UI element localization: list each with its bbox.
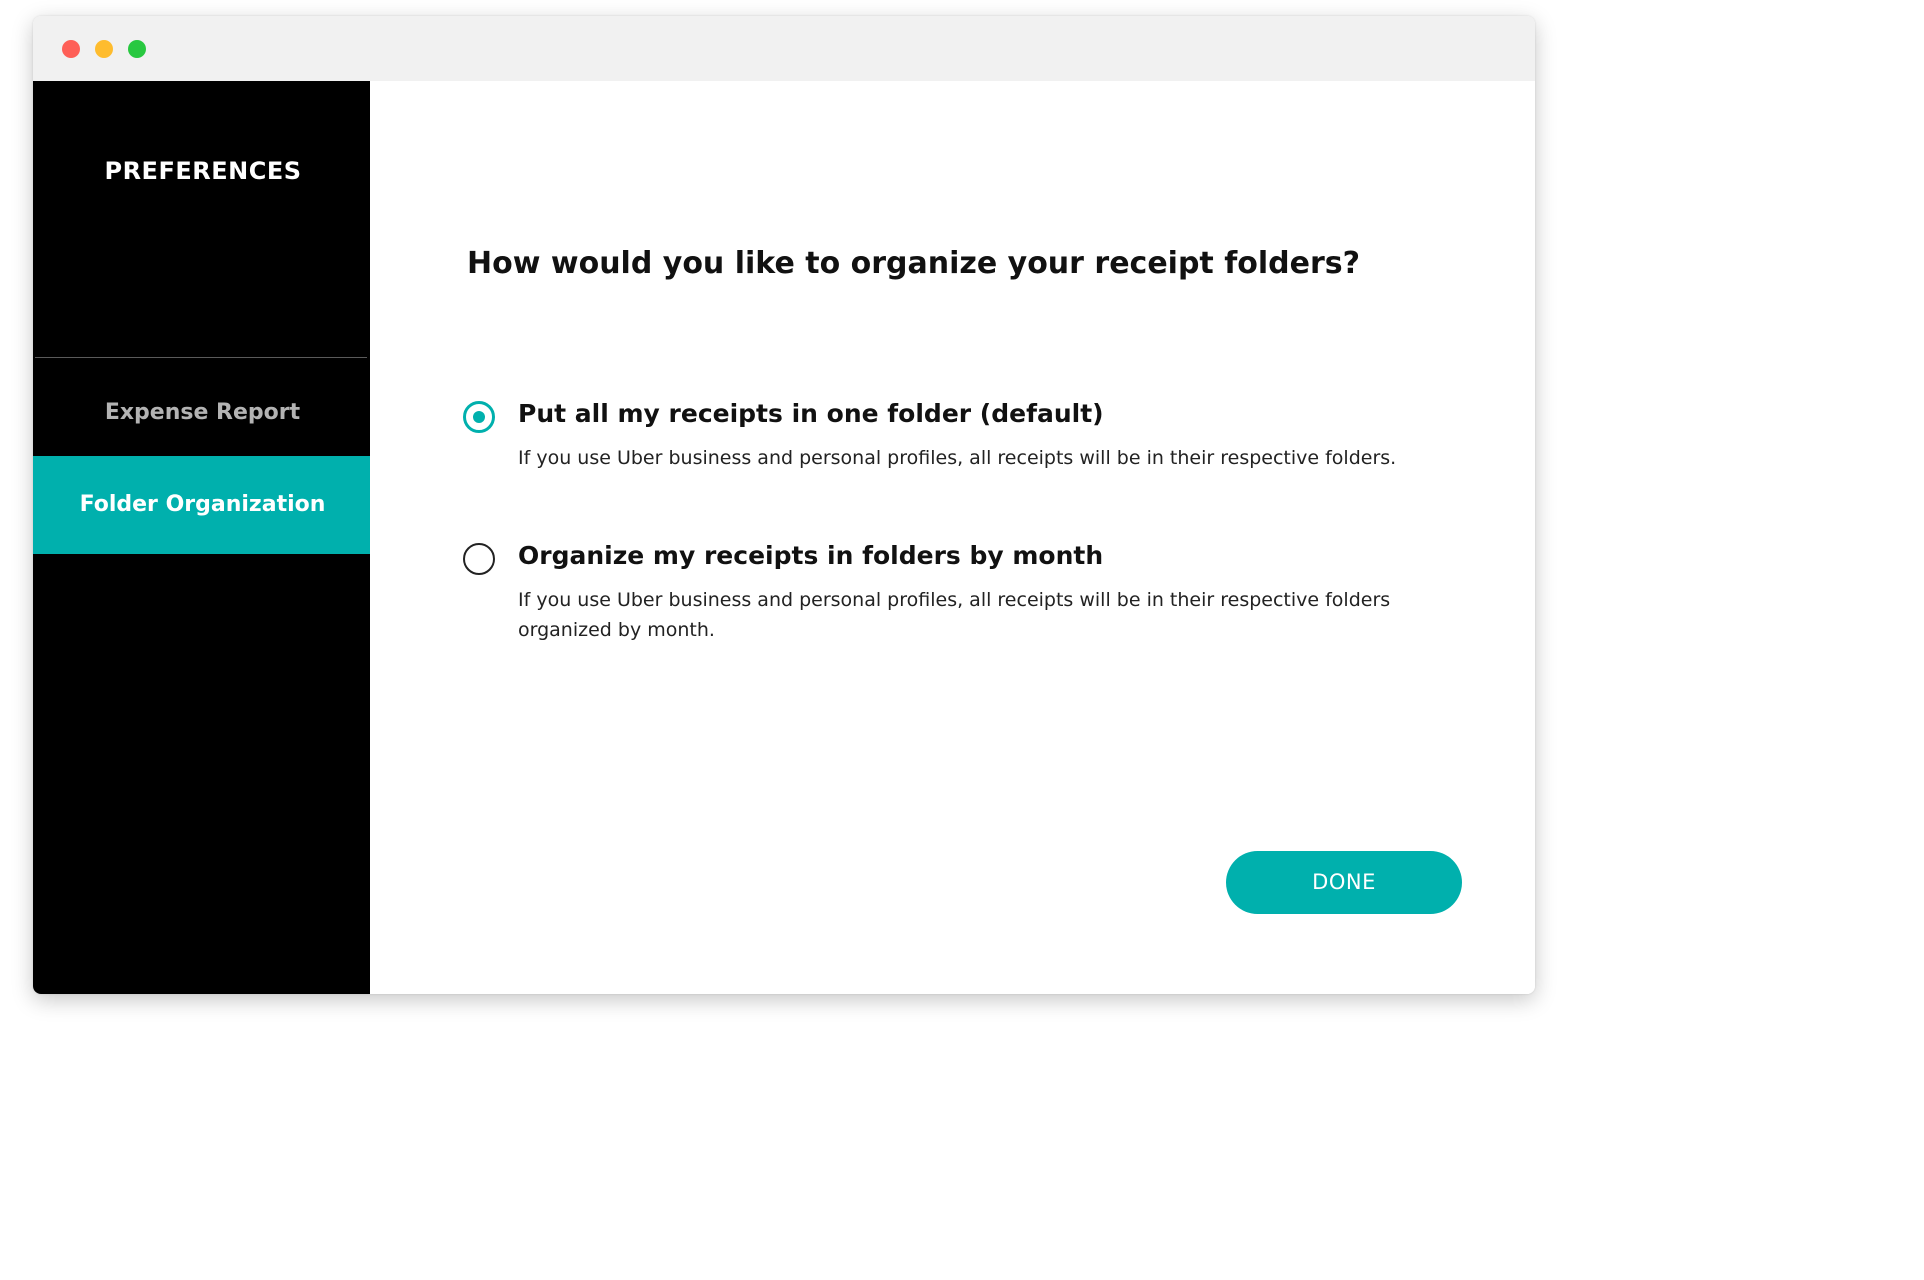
option-description: If you use Uber business and personal pr… [518, 589, 1391, 641]
done-button[interactable]: DONE [1226, 851, 1462, 914]
zoom-window-button[interactable] [128, 40, 146, 58]
minimize-window-button[interactable] [95, 40, 113, 58]
radio-one-folder[interactable] [463, 401, 495, 433]
sidebar: PREFERENCES Expense Report Folder Organi… [33, 81, 372, 994]
sidebar-item-folder-organization[interactable]: Folder Organization [33, 456, 372, 554]
option-title: Put all my receipts in one folder (defau… [518, 399, 1104, 428]
main-content: How would you like to organize your rece… [370, 81, 1535, 994]
sidebar-title: PREFERENCES [104, 157, 302, 185]
option-title: Organize my receipts in folders by month [518, 541, 1104, 570]
page-question: How would you like to organize your rece… [467, 246, 1361, 281]
sidebar-divider [35, 357, 367, 358]
radio-selected-dot [473, 411, 485, 423]
sidebar-item-expense-report[interactable]: Expense Report [33, 393, 372, 433]
option-description: If you use Uber business and personal pr… [518, 447, 1397, 469]
preferences-window: PREFERENCES Expense Report Folder Organi… [33, 16, 1535, 994]
radio-by-month[interactable] [463, 543, 495, 575]
title-bar [33, 16, 1535, 81]
close-window-button[interactable] [62, 40, 80, 58]
